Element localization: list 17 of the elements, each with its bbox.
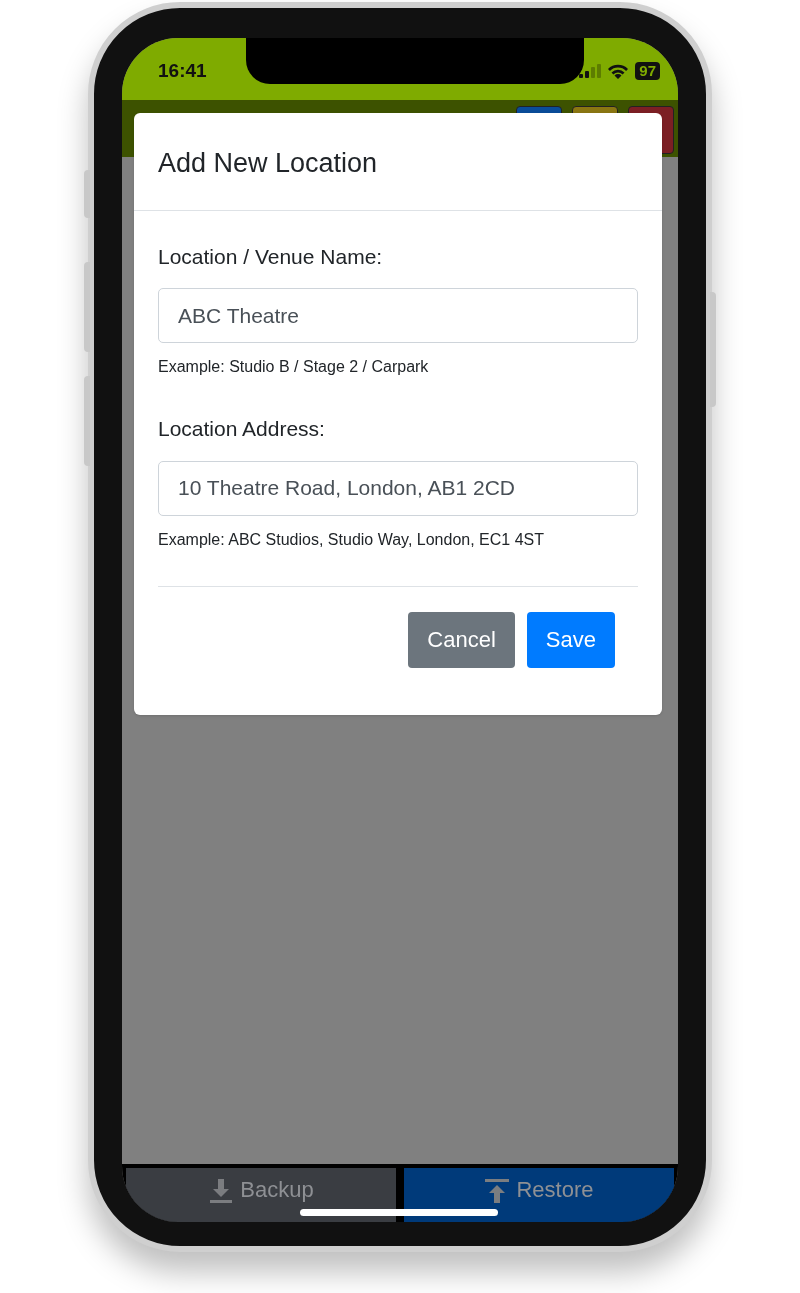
help-text: Example: ABC Studios, Studio Way, London, EC1 4ST [158,529,545,550]
input-field[interactable]: ABC Theatre [158,288,638,343]
signal-icon [579,64,602,78]
dialog-button[interactable]: Save [526,611,615,668]
wifi-icon [607,63,630,79]
field-label: Location Address: [158,416,326,442]
input-field[interactable]: 10 Theatre Road, London, AB1 2CD [158,460,638,516]
battery-indicator: 97 [635,62,660,80]
bottom-bar-button[interactable]: Backup [126,1168,396,1222]
help-text: Example: Studio B / Stage 2 / Carpark [158,357,430,377]
status-time: 16:41 [158,58,207,83]
download-icon [208,1178,235,1204]
dialog-button[interactable]: Cancel [408,611,515,668]
upload-icon [484,1178,511,1204]
bottom-bar-button[interactable]: Restore [404,1168,674,1222]
field-label: Location / Venue Name: [158,243,384,270]
modal-title: Add New Location [158,147,379,180]
